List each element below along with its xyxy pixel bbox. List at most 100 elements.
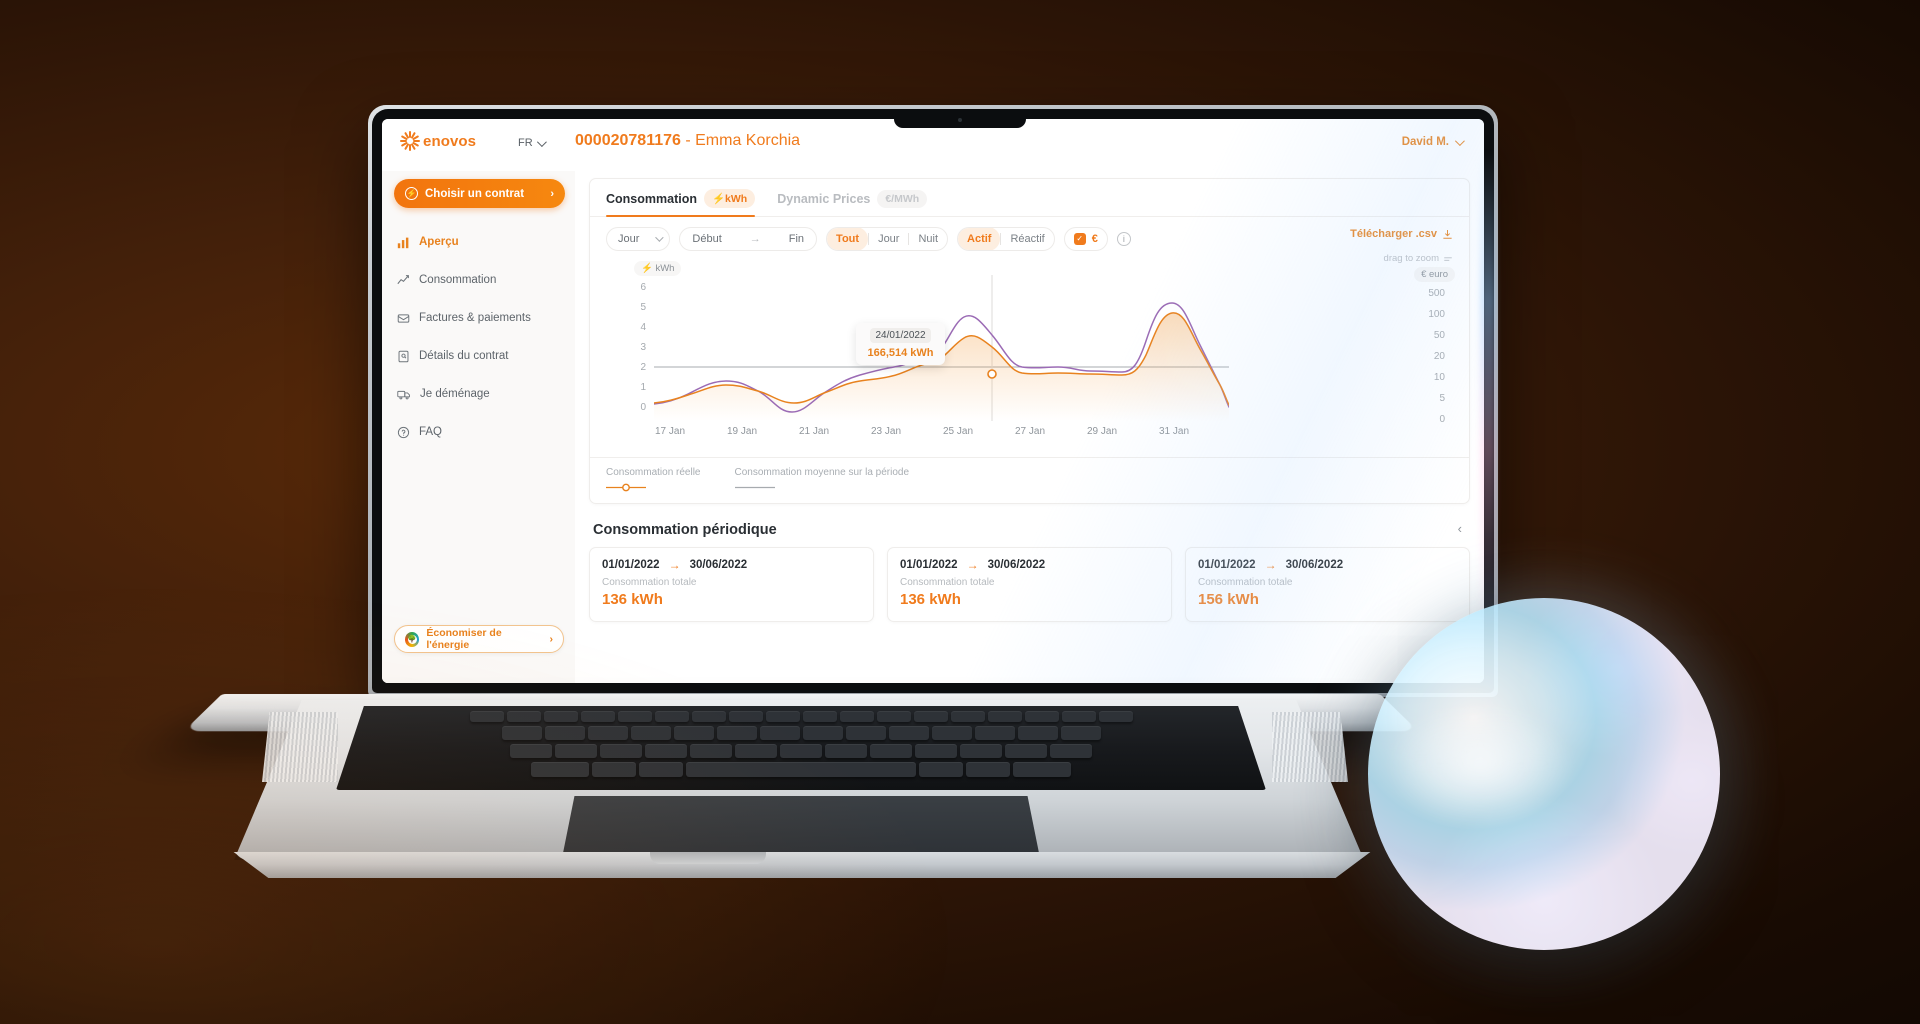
arrow-right-icon: → <box>1264 558 1277 572</box>
legend-marker-line-dot <box>606 483 701 492</box>
x-tick: 25 Jan <box>942 426 974 437</box>
segment-actif[interactable]: Actif <box>958 228 1001 250</box>
x-tick: 19 Jan <box>726 426 758 437</box>
y2-tick: 50 <box>1433 330 1445 341</box>
sidebar: ⚡ Choisir un contrat › Aperçu Consommati… <box>382 171 575 683</box>
choose-contract-button[interactable]: ⚡ Choisir un contrat › <box>394 179 565 208</box>
tab-unit-badge: €/MWh <box>877 189 928 208</box>
periodic-card-value: 136 kWh <box>602 591 663 608</box>
legend-item-actual[interactable]: Consommation réelle <box>606 467 701 492</box>
granularity-select[interactable]: Jour <box>606 227 671 251</box>
checkbox-checked-icon[interactable]: ✓ <box>1073 233 1086 245</box>
range-start: 01/01/2022 <box>1198 559 1256 571</box>
periodic-card-range: 01/01/2022 → 30/06/2022 <box>1198 558 1457 572</box>
legend-marker-line <box>734 483 910 492</box>
arrow-right-icon: → <box>966 558 979 572</box>
user-menu[interactable]: David M. <box>1402 135 1465 148</box>
sidebar-item-consommation[interactable]: Consommation <box>382 265 575 295</box>
language-label: FR <box>518 137 533 149</box>
tab-consommation[interactable]: Consommation ⚡kWh <box>606 179 756 217</box>
x-tick: 27 Jan <box>1014 426 1046 437</box>
periodic-cards: ‹ 01/01/2022 → 30/06/2022 Consommation t… <box>589 521 1470 622</box>
power-segmented-control: Actif Réactif <box>957 227 1055 251</box>
sun-burst-icon <box>400 131 420 151</box>
save-energy-button[interactable]: 🌳 Économiser de l'énergie › <box>394 625 564 653</box>
x-tick: 31 Jan <box>1158 426 1190 437</box>
tab-unit-badge: ⚡kWh <box>703 189 756 208</box>
laptop-screen: enovos FR 000020781176 - Emma Korchia Da… <box>382 119 1484 683</box>
app-body: ⚡ Choisir un contrat › Aperçu Consommati… <box>382 171 1484 683</box>
segment-reactif[interactable]: Réactif <box>1001 228 1053 250</box>
date-end-input[interactable]: Fin <box>789 233 804 245</box>
account-number: 000020781176 <box>575 132 681 149</box>
y-tick: 4 <box>640 322 646 333</box>
save-energy-label: Économiser de l'énergie <box>426 627 502 651</box>
sidebar-item-factures-paiements[interactable]: Factures & paiements <box>382 303 575 333</box>
main-content: Consommation ⚡kWh Dynamic Prices €/MWh J… <box>575 171 1484 683</box>
language-selector[interactable]: FR <box>518 136 547 149</box>
page-title: 000020781176 - Emma Korchia <box>575 132 800 150</box>
keyboard <box>336 706 1266 790</box>
consumption-chart[interactable]: ⚡ kWh € euro 6 5 4 3 2 1 0 500 100 50 20… <box>600 261 1459 457</box>
scene-backdrop: enovos FR 000020781176 - Emma Korchia Da… <box>0 0 1920 1024</box>
periodic-card-value: 136 kWh <box>900 591 961 608</box>
y-axis-title: ⚡ kWh <box>634 261 682 276</box>
tab-dynamic-prices[interactable]: Dynamic Prices €/MWh <box>777 179 928 216</box>
sidebar-item-details-contrat[interactable]: Détails du contrat <box>382 341 575 371</box>
periodic-card-value: 156 kWh <box>1198 591 1259 608</box>
tab-label: Consommation <box>606 191 697 206</box>
download-csv-label: Télécharger .csv <box>1350 228 1437 240</box>
periodic-card-label: Consommation totale <box>900 577 995 588</box>
periodic-section-title: Consommation périodique <box>593 522 777 538</box>
chevron-down-icon <box>536 136 547 147</box>
periodic-card[interactable]: 01/01/2022 → 30/06/2022 Consommation tot… <box>589 547 874 622</box>
laptop-front-dimple <box>650 852 766 864</box>
euro-toggle[interactable]: ✓ € <box>1063 227 1108 251</box>
y-tick: 0 <box>640 402 646 413</box>
consumption-card: Consommation ⚡kWh Dynamic Prices €/MWh J… <box>589 178 1470 504</box>
sidebar-item-label: Consommation <box>419 274 497 286</box>
periodic-card[interactable]: 01/01/2022 → 30/06/2022 Consommation tot… <box>1185 547 1470 622</box>
sidebar-item-apercu[interactable]: Aperçu <box>382 227 575 257</box>
x-tick: 17 Jan <box>654 426 686 437</box>
sidebar-item-faq[interactable]: FAQ <box>382 417 575 447</box>
sidebar-item-label: FAQ <box>419 426 443 438</box>
range-end: 30/06/2022 <box>1285 559 1344 571</box>
periodic-card[interactable]: 01/01/2022 → 30/06/2022 Consommation tot… <box>887 547 1172 622</box>
legend-label: Consommation réelle <box>606 467 701 478</box>
bar-chart-icon <box>397 237 409 248</box>
y2-tick: 10 <box>1433 372 1445 383</box>
sidebar-item-je-demenage[interactable]: Je déménage <box>382 379 575 409</box>
y2-tick: 5 <box>1439 393 1445 404</box>
moving-truck-icon <box>397 390 410 399</box>
daynight-segmented-control: Tout Jour Nuit <box>826 227 949 251</box>
y-tick: 6 <box>640 282 646 293</box>
range-end: 30/06/2022 <box>987 559 1046 571</box>
y-tick: 5 <box>640 302 646 313</box>
x-tick: 23 Jan <box>870 426 902 437</box>
info-circle-icon[interactable]: i <box>1116 232 1131 246</box>
sidebar-item-label: Détails du contrat <box>419 350 509 362</box>
y2-tick: 0 <box>1439 414 1445 425</box>
sidebar-nav: Aperçu Consommation Factures & paiements… <box>382 227 575 447</box>
date-range-picker[interactable]: Début → Fin <box>679 227 818 251</box>
tooltip-date: 24/01/2022 <box>870 328 931 343</box>
segment-nuit[interactable]: Nuit <box>909 228 947 250</box>
download-csv-link[interactable]: Télécharger .csv <box>1350 228 1453 240</box>
segment-jour[interactable]: Jour <box>869 228 908 250</box>
filter-toolbar: Jour Début → Fin Tout Jour Nuit Actif Ré… <box>590 217 1469 264</box>
x-tick: 21 Jan <box>798 426 830 437</box>
speaker-grille-right <box>1272 712 1348 782</box>
chevron-right-icon: › <box>549 633 554 645</box>
invoice-icon <box>397 313 410 323</box>
brand-logo[interactable]: enovos <box>400 131 476 151</box>
legend-item-average[interactable]: Consommation moyenne sur la période <box>734 467 910 492</box>
chevron-left-icon[interactable]: ‹ <box>1458 521 1462 536</box>
segment-tout[interactable]: Tout <box>827 228 869 250</box>
granularity-value: Jour <box>618 233 640 245</box>
date-start-input[interactable]: Début <box>692 233 721 245</box>
hover-data-point <box>987 369 997 379</box>
y-tick: 3 <box>640 342 646 353</box>
account-name: Emma Korchia <box>695 132 801 149</box>
question-circle-icon <box>397 426 410 438</box>
